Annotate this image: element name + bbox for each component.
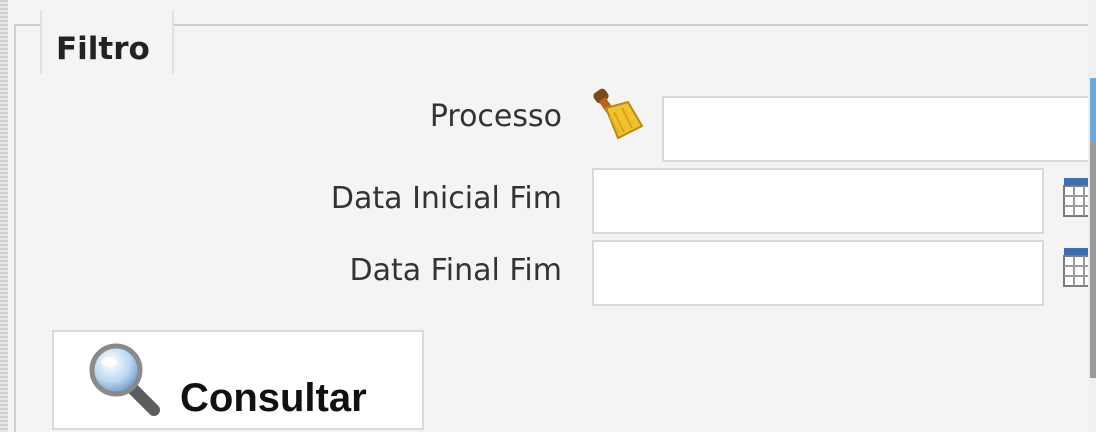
processo-label: Processo bbox=[429, 99, 562, 134]
broom-icon[interactable] bbox=[584, 86, 644, 146]
processo-input[interactable] bbox=[662, 96, 1096, 162]
data-inicial-fim-label: Data Inicial Fim bbox=[330, 181, 562, 216]
consultar-button[interactable]: Consultar bbox=[52, 330, 424, 430]
magnifier-icon bbox=[89, 343, 160, 416]
filter-legend-label: Filtro bbox=[56, 31, 150, 67]
filter-legend: Filtro bbox=[40, 10, 174, 74]
data-inicial-fim-input[interactable] bbox=[592, 168, 1044, 234]
page: Filtro Processo Data Inicial Fim Data Fi… bbox=[0, 0, 1096, 432]
data-final-fim-input[interactable] bbox=[592, 240, 1044, 306]
consultar-label: Consultar bbox=[180, 376, 367, 420]
scrollbar-accent bbox=[1090, 78, 1096, 142]
left-border bbox=[0, 0, 8, 432]
data-final-fim-label: Data Final Fim bbox=[349, 253, 562, 288]
